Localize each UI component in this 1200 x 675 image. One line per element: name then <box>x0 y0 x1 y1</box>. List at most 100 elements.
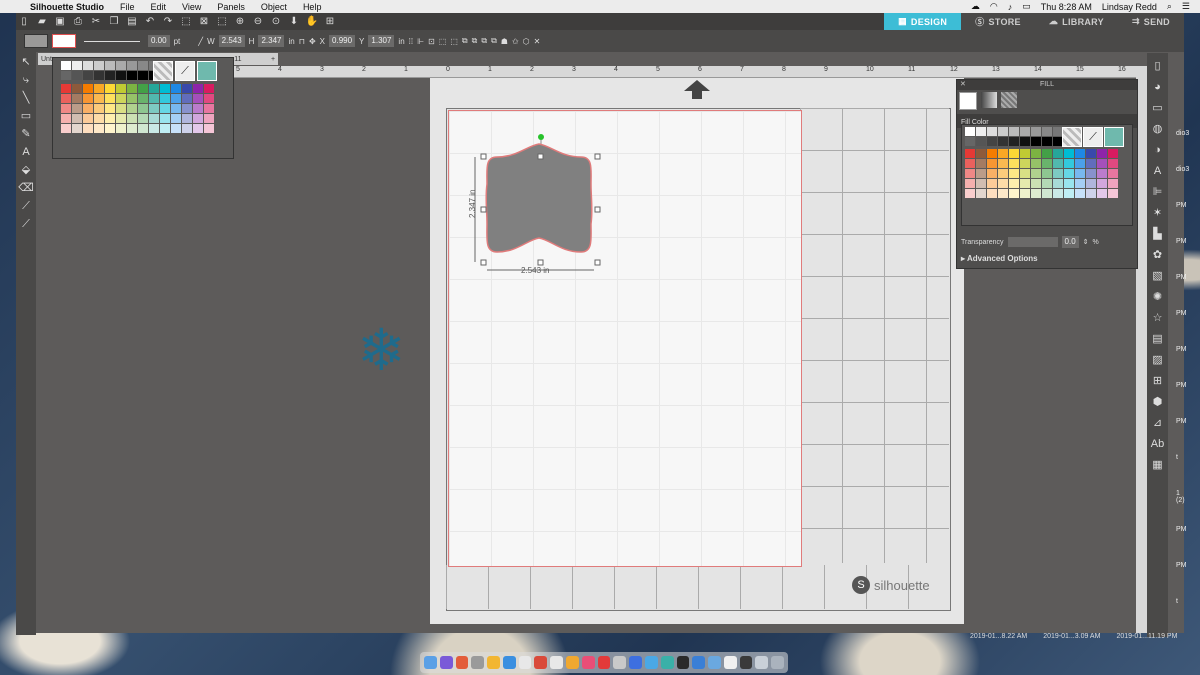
color-swatch[interactable] <box>1020 159 1030 168</box>
color-swatch[interactable] <box>987 149 997 158</box>
color-swatch[interactable] <box>182 124 192 133</box>
x-field[interactable]: 0.990 <box>329 35 356 47</box>
dock-app-icon[interactable] <box>660 656 674 669</box>
cut-icon[interactable]: ✂ <box>88 15 104 29</box>
tab-send[interactable]: ⇉ SEND <box>1117 13 1184 30</box>
color-swatch[interactable] <box>1042 127 1052 136</box>
color-swatch[interactable] <box>116 114 126 123</box>
color-swatch[interactable] <box>116 84 126 93</box>
color-swatch[interactable] <box>1031 127 1041 136</box>
fill-grayscale-swatches[interactable] <box>965 127 1063 146</box>
delete-icon[interactable]: ✕ <box>534 37 541 46</box>
tab-store[interactable]: Ⓢ STORE <box>961 13 1035 30</box>
color-swatch[interactable] <box>965 169 975 178</box>
color-swatch[interactable] <box>105 84 115 93</box>
dock-app-icon[interactable] <box>739 656 753 669</box>
color-swatch[interactable] <box>998 159 1008 168</box>
color-swatch[interactable] <box>160 124 170 133</box>
color-swatch[interactable] <box>149 84 159 93</box>
transform-icon[interactable]: ✶ <box>1149 204 1167 222</box>
color-swatch[interactable] <box>171 84 181 93</box>
line-width-field[interactable]: 0.00 <box>148 35 170 47</box>
color-swatch[interactable] <box>1020 169 1030 178</box>
tab-library[interactable]: ☁ LIBRARY <box>1034 13 1118 30</box>
zoom-down-icon[interactable]: ⬇ <box>286 15 302 29</box>
fill-palette-icon[interactable]: ◕ <box>1149 78 1167 96</box>
ungroup-icon[interactable]: ⬚ <box>450 37 458 46</box>
color-swatch[interactable] <box>72 104 82 113</box>
color-swatch[interactable] <box>105 114 115 123</box>
no-fill-swatch[interactable] <box>153 61 173 81</box>
print-cut-icon[interactable]: ▦ <box>1149 456 1167 474</box>
color-swatch[interactable] <box>72 124 82 133</box>
color-swatch[interactable] <box>1031 159 1041 168</box>
fill-bucket-icon[interactable]: ⬙ <box>18 162 34 178</box>
color-swatch[interactable] <box>171 124 181 133</box>
intersect-icon[interactable]: ⧉ <box>481 36 487 46</box>
color-swatch[interactable] <box>1053 169 1063 178</box>
battery-icon[interactable]: ▭ <box>1022 1 1031 12</box>
color-swatch[interactable] <box>72 84 82 93</box>
color-swatch[interactable] <box>1020 149 1030 158</box>
group-icon[interactable]: ⬚ <box>439 37 447 46</box>
color-swatch[interactable] <box>965 179 975 188</box>
star-icon[interactable]: ✩ <box>512 37 519 46</box>
color-swatch[interactable] <box>83 104 93 113</box>
color-swatch[interactable] <box>160 94 170 103</box>
color-swatch[interactable] <box>83 94 93 103</box>
menu-file[interactable]: File <box>112 2 143 12</box>
color-swatch[interactable] <box>1009 137 1019 146</box>
color-swatch[interactable] <box>138 94 148 103</box>
color-swatch[interactable] <box>83 84 93 93</box>
fill-no-color-swatch[interactable] <box>1062 127 1082 147</box>
align-icon[interactable]: ⊩ <box>417 37 424 46</box>
dock-app-icon[interactable] <box>771 656 784 669</box>
color-swatch[interactable] <box>83 71 93 80</box>
dock-app-icon[interactable] <box>487 656 500 669</box>
color-swatch[interactable] <box>94 114 104 123</box>
pixscan-icon[interactable]: ⊞ <box>1149 372 1167 390</box>
color-swatch[interactable] <box>1042 159 1052 168</box>
color-swatch[interactable] <box>72 61 82 70</box>
line-color-icon[interactable]: ▭ <box>1149 99 1167 117</box>
color-swatch[interactable] <box>127 124 137 133</box>
dock-app-icon[interactable] <box>723 656 737 669</box>
color-swatch[interactable] <box>976 159 986 168</box>
save-icon[interactable]: ▣ <box>52 15 68 29</box>
color-swatch[interactable] <box>976 189 986 198</box>
edit-points-icon[interactable]: ⤷ <box>18 72 34 88</box>
color-swatch[interactable] <box>976 149 986 158</box>
pencil-icon[interactable]: ✎ <box>18 126 34 142</box>
color-swatch[interactable] <box>204 124 214 133</box>
color-swatch[interactable] <box>1042 179 1052 188</box>
center-icon[interactable]: ⊡ <box>428 37 435 46</box>
select-icon[interactable]: ⬚ <box>214 15 230 29</box>
pattern-fill-button[interactable] <box>1001 92 1017 108</box>
map-icon[interactable]: ⊿ <box>1149 414 1167 432</box>
width-field[interactable]: 2.543 <box>218 35 245 47</box>
close-icon[interactable]: ✕ <box>960 80 966 90</box>
snowflake-shape[interactable]: ❄ <box>357 322 406 380</box>
zoom-select-icon[interactable]: ⊙ <box>268 15 284 29</box>
dock-app-icon[interactable] <box>502 656 516 669</box>
subtract-icon[interactable]: ⧉ <box>472 36 478 46</box>
color-swatch[interactable] <box>105 61 115 70</box>
color-swatch[interactable] <box>149 104 159 113</box>
color-swatch[interactable] <box>127 84 137 93</box>
gradient-fill-button[interactable] <box>981 92 997 108</box>
color-swatch[interactable] <box>998 127 1008 136</box>
menu-list-icon[interactable]: ☰ <box>1182 1 1190 12</box>
color-swatch[interactable] <box>116 104 126 113</box>
color-swatch[interactable] <box>105 71 115 80</box>
fill-color-swatches[interactable] <box>965 149 1118 198</box>
color-swatch[interactable] <box>160 104 170 113</box>
menu-object[interactable]: Object <box>253 2 295 12</box>
color-swatch[interactable] <box>1031 149 1041 158</box>
color-swatch[interactable] <box>1108 159 1118 168</box>
menu-panels[interactable]: Panels <box>209 2 253 12</box>
color-swatch[interactable] <box>1009 169 1019 178</box>
color-swatch[interactable] <box>1097 149 1107 158</box>
color-swatch[interactable] <box>987 179 997 188</box>
dock-app-icon[interactable] <box>676 656 690 669</box>
color-swatch[interactable] <box>976 179 986 188</box>
